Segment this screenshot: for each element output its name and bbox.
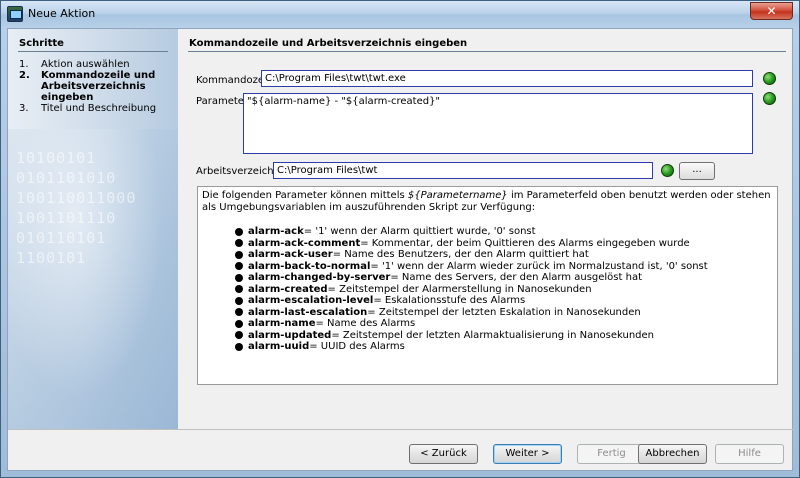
bullet-icon: [235, 331, 243, 340]
list-item: alarm-ack = '1' wenn der Alarm quittiert…: [235, 226, 773, 238]
param-desc: = Name des Benutzers, der den Alarm quit…: [332, 249, 589, 260]
bullet-icon: [235, 239, 243, 248]
param-name: alarm-last-escalation: [248, 306, 368, 318]
list-item: alarm-changed-by-server = Name des Serve…: [235, 272, 773, 284]
parameter-status-icon: [763, 92, 776, 105]
param-desc: = '1' wenn der Alarm wieder zurück im No…: [370, 260, 708, 272]
step-number: 2.: [19, 70, 30, 81]
binary-decoration-row: 010110101: [16, 229, 107, 247]
binary-decoration-row: 1100101: [16, 249, 87, 267]
list-item: alarm-ack-comment = Kommentar, der beim …: [235, 238, 773, 250]
command-input[interactable]: C:\Program Files\twt\twt.exe: [261, 70, 753, 87]
step-item: 1. Aktion auswählen: [19, 59, 169, 70]
param-name: alarm-uuid: [248, 341, 310, 352]
info-text: Die folgenden Parameter können mittels $…: [202, 190, 773, 214]
bullet-icon: [235, 227, 243, 236]
param-name: alarm-changed-by-server: [248, 272, 391, 283]
list-item: alarm-back-to-normal = '1' wenn der Alar…: [235, 261, 773, 273]
title-divider: [188, 51, 786, 52]
bullet-icon: [235, 262, 243, 271]
sidebar-title: Schritte: [19, 38, 64, 49]
step-item-active: 2. Kommandozeile und Arbeitsverzeichnis …: [19, 70, 169, 103]
list-item: alarm-escalation-level = Eskalationsstuf…: [235, 295, 773, 307]
step-list: 1. Aktion auswählen 2. Kommandozeile und…: [19, 59, 169, 114]
footer-divider: [8, 429, 794, 430]
param-desc: = Zeitstempel der letzten Eskalation in …: [367, 306, 641, 318]
page-title: Kommandozeile und Arbeitsverzeichnis ein…: [189, 38, 468, 49]
bullet-icon: [235, 342, 243, 351]
param-name: alarm-updated: [248, 329, 332, 341]
param-name: alarm-ack-comment: [248, 237, 361, 249]
browse-button[interactable]: ...: [679, 162, 715, 180]
dialog-window: Neue Aktion ✕ 10100101 0101101010 100110…: [0, 0, 800, 478]
param-name: alarm-escalation-level: [248, 295, 374, 306]
param-desc: = Name des Servers, der den Alarm ausgel…: [390, 272, 642, 283]
bullet-icon: [235, 296, 243, 305]
bullet-icon: [235, 285, 243, 294]
param-desc: = '1' wenn der Alarm quittiert wurde, '0…: [303, 226, 536, 237]
list-item: alarm-last-escalation = Zeitstempel der …: [235, 307, 773, 319]
param-name: alarm-ack: [248, 226, 304, 237]
param-name: alarm-created: [248, 283, 328, 295]
close-button[interactable]: ✕: [750, 2, 793, 20]
list-item: alarm-uuid = UUID des Alarms: [235, 341, 773, 353]
parameter-info-box: Die folgenden Parameter können mittels $…: [197, 186, 778, 385]
cancel-button[interactable]: Abbrechen: [638, 444, 707, 464]
binary-decoration-row: 100110011000: [16, 189, 137, 207]
info-intro: Die folgenden Parameter können mittels: [202, 190, 408, 201]
back-button[interactable]: < Zurück: [409, 444, 478, 464]
param-desc: = Zeitstempel der letzten Alarmaktualisi…: [331, 329, 655, 341]
binary-decoration-row: 0101101010: [16, 169, 117, 187]
step-number: 3.: [19, 103, 29, 114]
param-desc: = UUID des Alarms: [309, 341, 405, 352]
bullet-icon: [235, 273, 243, 282]
next-button[interactable]: Weiter >: [493, 444, 562, 464]
parameter-list: alarm-ack = '1' wenn der Alarm quittiert…: [235, 226, 773, 353]
binary-decoration-row: 1001101110: [16, 209, 117, 227]
dialog-client: 10100101 0101101010 100110011000 1001101…: [7, 28, 794, 471]
binary-decoration-row: 10100101: [16, 149, 97, 167]
bullet-icon: [235, 308, 243, 317]
steps-sidebar: 10100101 0101101010 100110011000 1001101…: [8, 29, 178, 429]
param-desc: = Eskalationsstufe des Alarms: [373, 295, 526, 306]
command-status-icon: [763, 72, 776, 85]
parameter-label: Parameter: [196, 96, 249, 107]
list-item: alarm-ack-user = Name des Benutzers, der…: [235, 249, 773, 261]
param-name: alarm-ack-user: [248, 249, 333, 260]
window-title: Neue Aktion: [28, 7, 96, 20]
param-desc: = Kommentar, der beim Quittieren des Ala…: [360, 237, 690, 249]
workdir-status-icon: [661, 164, 674, 177]
workdir-input[interactable]: C:\Program Files\twt: [273, 162, 653, 179]
param-desc: = Name des Alarms: [315, 318, 416, 329]
list-item: alarm-name = Name des Alarms: [235, 318, 773, 330]
param-name: alarm-name: [248, 318, 316, 329]
info-variable: ${Parametername}: [407, 190, 508, 201]
title-bar[interactable]: Neue Aktion ✕: [1, 1, 799, 27]
step-item: 3. Titel und Beschreibung: [19, 103, 169, 114]
bullet-icon: [235, 250, 243, 259]
list-item: alarm-updated = Zeitstempel der letzten …: [235, 330, 773, 342]
step-label: Aktion auswählen: [41, 59, 130, 70]
bullet-icon: [235, 319, 243, 328]
app-icon: [7, 6, 23, 22]
parameter-input[interactable]: "${alarm-name} - "${alarm-created}": [243, 93, 753, 154]
param-desc: = Zeitstempel der Alarmerstellung in Nan…: [327, 283, 592, 295]
step-number: 1.: [19, 59, 29, 70]
sidebar-divider: [18, 51, 168, 52]
help-button[interactable]: Hilfe: [715, 444, 784, 464]
param-name: alarm-back-to-normal: [248, 260, 371, 272]
step-label: Titel und Beschreibung: [41, 103, 157, 114]
finish-button[interactable]: Fertig: [577, 444, 646, 464]
list-item: alarm-created = Zeitstempel der Alarmers…: [235, 284, 773, 296]
step-label: Kommandozeile und Arbeitsverzeichnis ein…: [41, 70, 156, 103]
